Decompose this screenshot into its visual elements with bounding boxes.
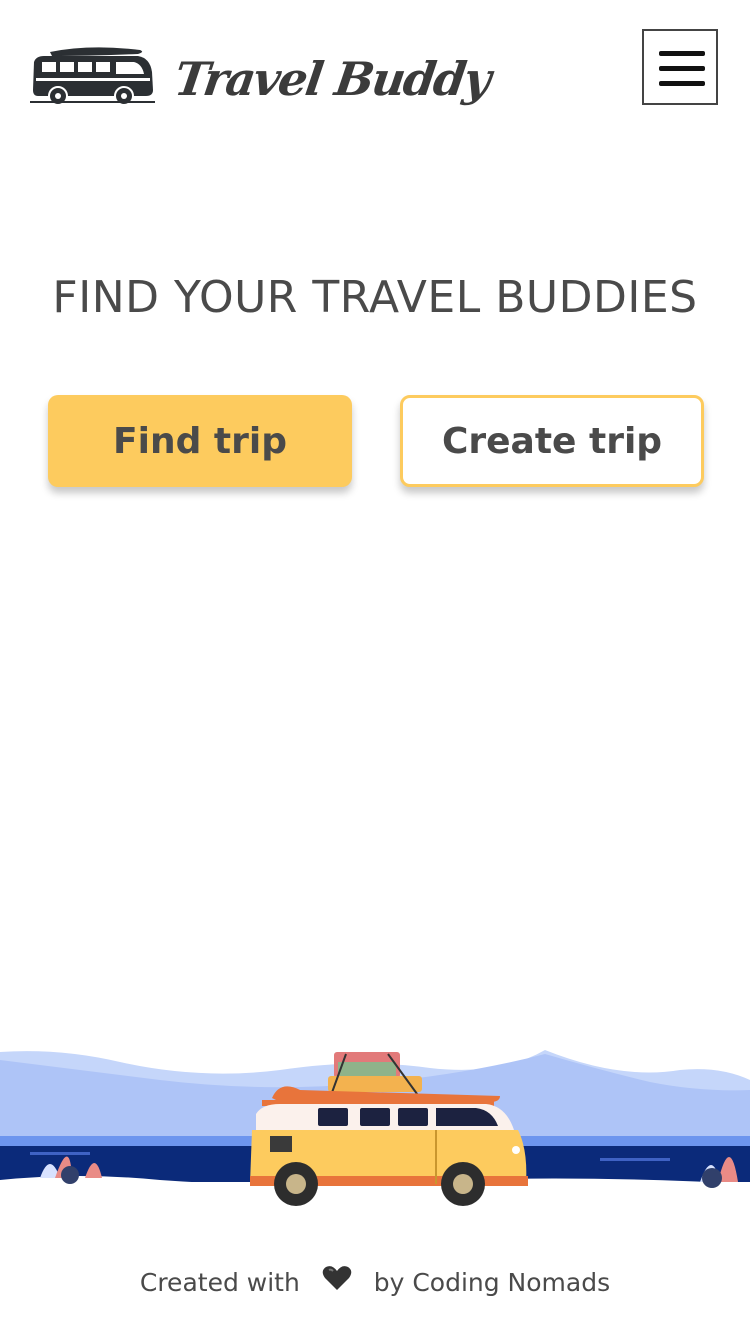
- van-beach-illustration: [0, 1040, 750, 1220]
- logo-text: Travel Buddy: [171, 52, 493, 106]
- heart-icon: [322, 1265, 352, 1297]
- create-trip-button[interactable]: Create trip: [400, 395, 704, 487]
- footer-suffix: by Coding Nomads: [373, 1268, 611, 1297]
- beach-scene-image: [0, 1050, 750, 1220]
- page: Travel Buddy FIND YOUR TRAVEL BUDDIES Fi…: [0, 0, 750, 1333]
- find-trip-button[interactable]: Find trip: [48, 395, 352, 487]
- van-logo-icon: [30, 47, 155, 106]
- page-title: FIND YOUR TRAVEL BUDDIES: [52, 272, 698, 323]
- menu-button[interactable]: [642, 29, 718, 105]
- footer-prefix: Created with: [139, 1268, 300, 1297]
- footer: Created with by Coding Nomads: [0, 1265, 750, 1300]
- logo[interactable]: Travel Buddy: [30, 44, 493, 124]
- header: Travel Buddy: [0, 0, 750, 130]
